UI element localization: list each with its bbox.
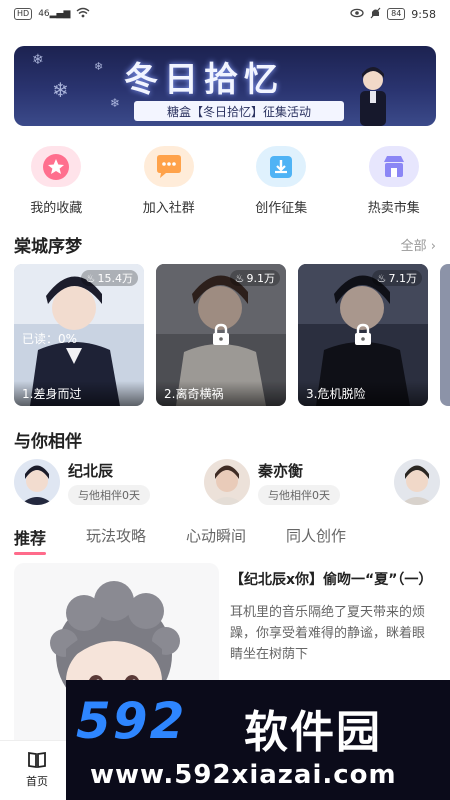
watermark-logo: 592 [76,692,187,750]
companion-name: 秦亦衡 [258,461,304,480]
hd-indicator: HD [14,8,33,20]
clock: 9:58 [411,7,436,21]
companion-item[interactable]: 秦亦衡 与他相伴0天 [204,456,394,508]
quick-nav-label: 我的收藏 [30,201,83,216]
snowflake-icon: ❄ [110,96,121,110]
views-count: 15.4万 [97,272,134,285]
avatar [394,459,440,505]
feed-post-excerpt: 耳机里的音乐隔绝了夏天带来的烦躁，你享受着难得的静谧，眯着眼睛坐在树荫下 [230,605,426,662]
wifi-icon [76,7,90,21]
tab-moments[interactable]: 心动瞬间 [186,525,246,546]
event-banner[interactable]: ❄ ❄ ❄ ❄ 冬日拾忆 糖盒【冬日拾忆】征集活动 [14,46,436,126]
flame-icon: ♨ [234,271,245,285]
views-badge: ♨ 9.1万 [229,270,280,286]
story-card-peek[interactable] [440,264,450,406]
companion-days-badge: 与他相伴0天 [68,484,150,505]
tab-guides[interactable]: 玩法攻略 [86,525,146,546]
section-title: 棠城序梦 [14,237,82,257]
story-card[interactable]: ♨ 7.1万 3.危机脱险 [298,264,428,406]
stories-header: 棠城序梦 全部 › [14,232,436,257]
feed-post-title: 【纪北辰x你】偷吻一“夏”（一） [230,572,433,588]
feed-post-text[interactable]: 【纪北辰x你】偷吻一“夏”（一） 耳机里的音乐隔绝了夏天带来的烦躁，你享受着难得… [230,568,436,665]
story-card[interactable]: ♨ 15.4万 已读：0% 1.差身而过 [14,264,144,406]
signal-label: 46 [38,9,50,19]
quick-nav-label: 加入社群 [142,201,195,216]
story-card-illustration [440,264,450,406]
views-count: 9.1万 [246,272,276,285]
read-progress: 已读：0% [22,332,78,346]
views-badge: ♨ 15.4万 [80,270,138,286]
companion-days-badge: 与他相伴0天 [258,484,340,505]
quick-nav-market[interactable]: 热卖市集 [344,146,444,216]
quick-nav: 我的收藏 加入社群 创作征集 热卖市集 [0,146,450,216]
quick-nav-creation-call[interactable]: 创作征集 [231,146,331,216]
story-card-caption: 3.危机脱险 [298,381,428,406]
companion-item[interactable]: 纪北辰 与他相伴0天 [14,456,204,508]
companions-header: 与你相伴 [14,427,436,452]
eye-icon [350,8,364,21]
chat-bubble-icon [143,146,194,187]
companion-item-peek[interactable] [394,456,450,508]
snowflake-icon: ❄ [32,52,44,68]
companion-list: 纪北辰 与他相伴0天 秦亦衡 与他相伴0天 [14,456,450,508]
tab-recommend[interactable]: 推荐 [14,525,47,555]
avatar [14,459,60,505]
see-all-label: 全部 [400,239,427,254]
nav-home[interactable]: 首页 [26,751,48,789]
quick-nav-favorites[interactable]: 我的收藏 [6,146,106,216]
feed-tabs: 推荐 玩法攻略 心动瞬间 同人创作 [14,525,436,555]
quick-nav-join-community[interactable]: 加入社群 [119,146,219,216]
views-badge: ♨ 7.1万 [371,270,422,286]
site-watermark: 592 软件园 www.592xiazai.com [66,680,450,800]
watermark-url: www.592xiazai.com [90,760,397,790]
banner-title: 冬日拾忆 [124,60,284,100]
battery-icon: 84 [387,8,406,20]
chevron-right-icon: › [430,239,436,254]
story-card-caption: 1.差身而过 [14,381,144,406]
views-count: 7.1万 [388,272,418,285]
story-card[interactable]: ♨ 9.1万 2.离奇横祸 [156,264,286,406]
companion-name: 纪北辰 [68,461,114,480]
story-card-caption: 2.离奇横祸 [156,381,286,406]
watermark-brand: 软件园 [244,707,382,758]
quick-nav-label: 创作征集 [255,201,308,216]
shop-icon [368,146,419,187]
snowflake-icon: ❄ [52,78,69,102]
download-tray-icon [256,146,307,187]
story-card-list: ♨ 15.4万 已读：0% 1.差身而过 ♨ 9.1万 2.离奇横祸 ♨ 7.1万 3… [14,264,450,406]
nav-home-label: 首页 [26,775,48,788]
quick-nav-label: 热卖市集 [367,201,420,216]
banner-subtitle: 糖盒【冬日拾忆】征集活动 [134,101,344,121]
lock-icon [213,323,229,345]
mute-bell-icon [370,7,381,22]
flame-icon: ♨ [376,271,387,285]
star-icon [31,146,82,187]
book-icon [28,751,46,769]
snowflake-icon: ❄ [94,60,104,73]
status-bar: HD 46▂▄▆ 84 9:58 [0,0,450,28]
avatar [204,459,250,505]
flame-icon: ♨ [85,271,96,285]
see-all-link[interactable]: 全部 › [401,235,436,254]
lock-icon [355,323,371,345]
signal-icon: 46▂▄▆ [38,9,71,19]
section-title: 与你相伴 [14,432,82,452]
tab-fan-creations[interactable]: 同人创作 [286,525,346,546]
banner-character-illustration [360,67,386,126]
